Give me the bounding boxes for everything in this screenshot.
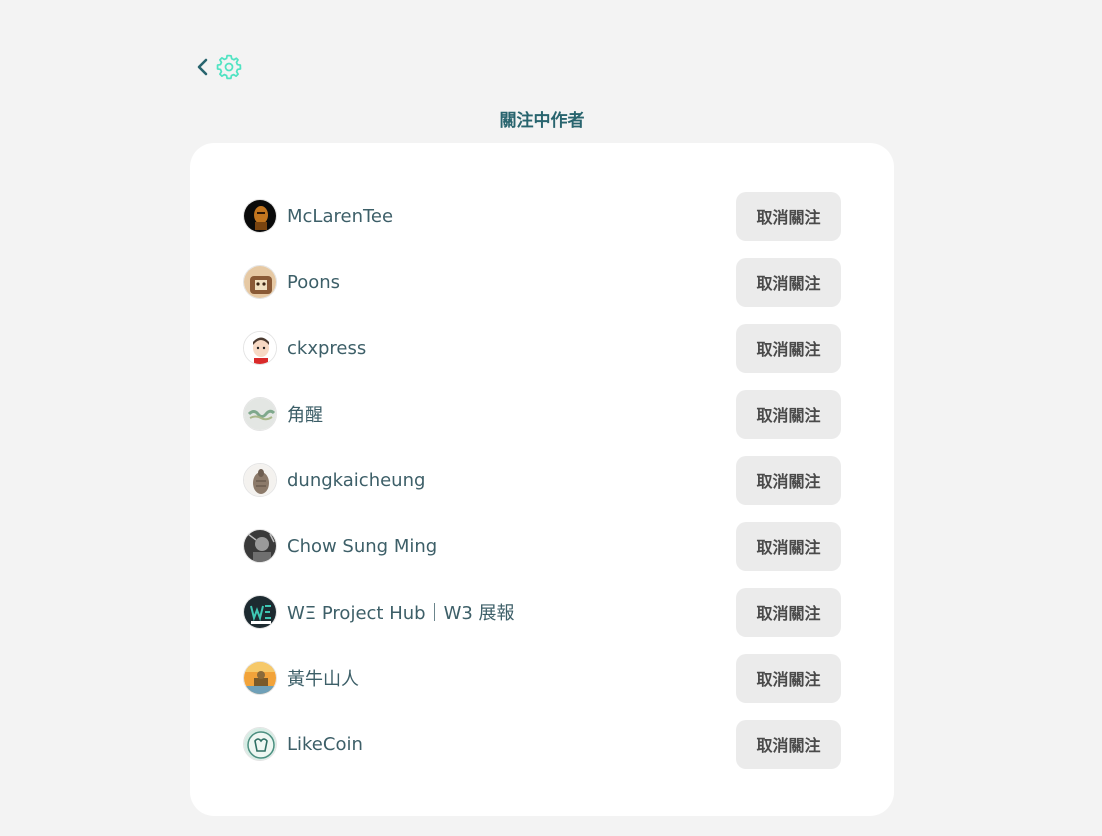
avatar xyxy=(243,397,277,431)
unfollow-button[interactable]: 取消關注 xyxy=(736,257,841,307)
list-item: Chow Sung Ming 取消關注 xyxy=(243,521,841,571)
username: LikeCoin xyxy=(287,733,363,755)
avatar xyxy=(243,595,277,629)
unfollow-button[interactable]: 取消關注 xyxy=(736,653,841,703)
avatar xyxy=(243,463,277,497)
settings-button[interactable] xyxy=(214,52,244,82)
list-item: ckxpress 取消關注 xyxy=(243,323,841,373)
username: Poons xyxy=(287,271,341,293)
list-item: LikeCoin 取消關注 xyxy=(243,719,841,769)
list-item: McLarenTee 取消關注 xyxy=(243,191,841,241)
avatar xyxy=(243,199,277,233)
top-bar xyxy=(194,52,244,82)
username: 黃牛山人 xyxy=(287,669,359,690)
avatar xyxy=(243,331,277,365)
chevron-left-icon xyxy=(197,58,208,76)
unfollow-button[interactable]: 取消關注 xyxy=(736,323,841,373)
following-list-card: McLarenTee 取消關注 Poons 取消關注 ckxpress 取消關注… xyxy=(190,143,894,816)
avatar xyxy=(243,265,277,299)
gear-icon xyxy=(216,54,242,80)
list-item: WΞ Project Hub｜W3 展報 取消關注 xyxy=(243,587,841,637)
user-link[interactable]: LikeCoin xyxy=(243,727,363,761)
unfollow-button[interactable]: 取消關注 xyxy=(736,455,841,505)
unfollow-button[interactable]: 取消關注 xyxy=(736,521,841,571)
user-link[interactable]: ckxpress xyxy=(243,331,366,365)
list-item: Poons 取消關注 xyxy=(243,257,841,307)
unfollow-button[interactable]: 取消關注 xyxy=(736,719,841,769)
username: McLarenTee xyxy=(287,205,394,227)
list-item: dungkaicheung 取消關注 xyxy=(243,455,841,505)
user-link[interactable]: Chow Sung Ming xyxy=(243,529,437,563)
list-item: 角醒 取消關注 xyxy=(243,389,841,439)
username: WΞ Project Hub｜W3 展報 xyxy=(287,603,515,624)
user-link[interactable]: McLarenTee xyxy=(243,199,393,233)
username: ckxpress xyxy=(287,337,367,359)
unfollow-button[interactable]: 取消關注 xyxy=(736,191,841,241)
unfollow-button[interactable]: 取消關注 xyxy=(736,587,841,637)
unfollow-button[interactable]: 取消關注 xyxy=(736,389,841,439)
page-title: 關注中作者 xyxy=(499,111,585,131)
user-link[interactable]: WΞ Project Hub｜W3 展報 xyxy=(243,595,515,629)
list-item: 黃牛山人 取消關注 xyxy=(243,653,841,703)
avatar xyxy=(243,661,277,695)
user-link[interactable]: 角醒 xyxy=(243,397,323,431)
user-link[interactable]: Poons xyxy=(243,265,340,299)
back-button[interactable] xyxy=(194,52,212,82)
username: 角醒 xyxy=(287,405,323,426)
avatar xyxy=(243,727,277,761)
user-link[interactable]: dungkaicheung xyxy=(243,463,425,497)
avatar xyxy=(243,529,277,563)
username: Chow Sung Ming xyxy=(287,535,438,557)
user-link[interactable]: 黃牛山人 xyxy=(243,661,359,695)
username: dungkaicheung xyxy=(287,469,426,491)
